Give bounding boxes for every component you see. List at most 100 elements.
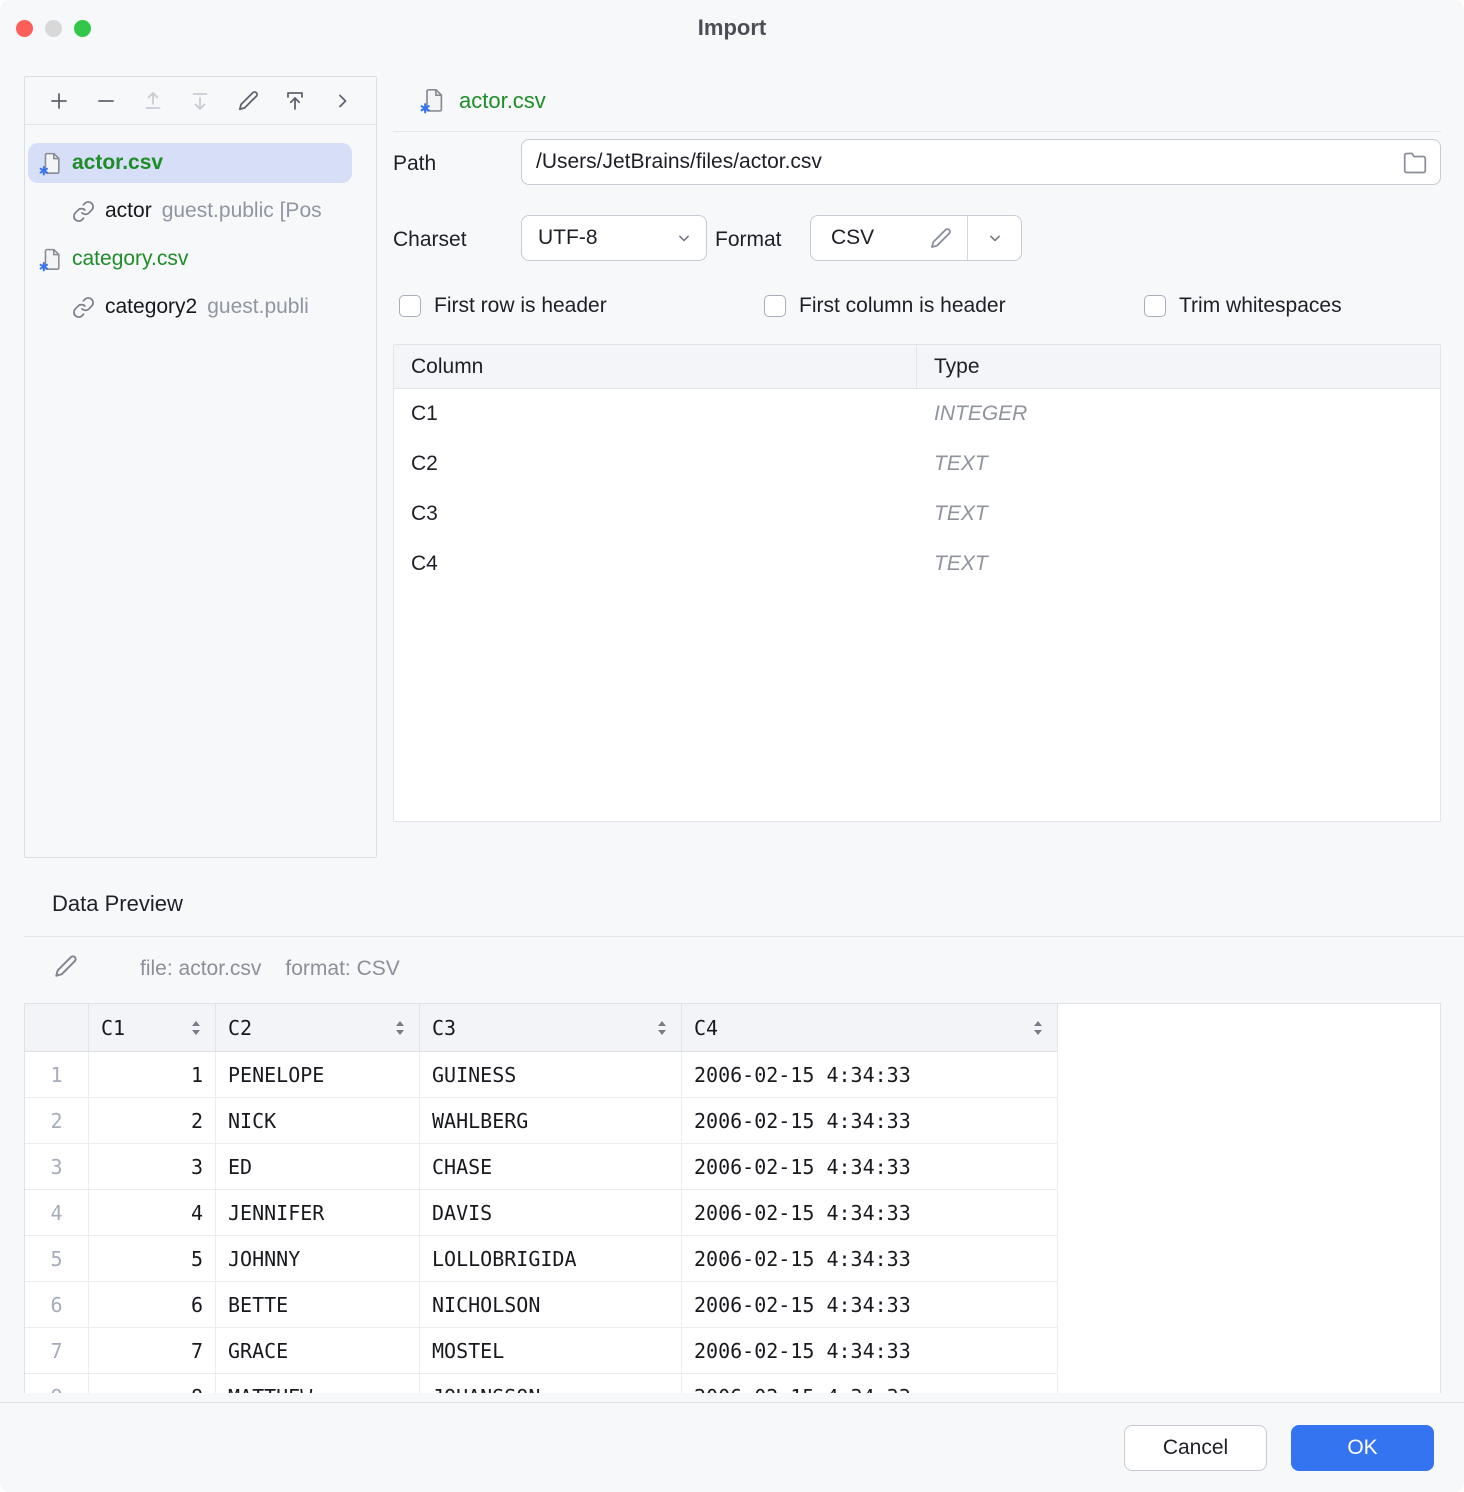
column-header-label: C1 bbox=[101, 1016, 125, 1040]
preview-meta: file: actor.csv format: CSV bbox=[140, 957, 400, 981]
cell: 3 bbox=[89, 1144, 216, 1190]
tree-item-file[interactable]: actor.csv bbox=[28, 139, 376, 187]
cell: CHASE bbox=[420, 1144, 682, 1190]
cell: 4 bbox=[89, 1190, 216, 1236]
add-icon[interactable] bbox=[46, 88, 72, 114]
tree-mapping-detail: guest.publi bbox=[207, 295, 309, 319]
cell: LOLLOBRIGIDA bbox=[420, 1236, 682, 1282]
format-edit-button[interactable]: CSV bbox=[811, 216, 967, 260]
column-header-label: C2 bbox=[228, 1016, 252, 1040]
column-type[interactable]: TEXT bbox=[917, 439, 1440, 489]
type-header: Type bbox=[917, 345, 1440, 388]
column-name[interactable]: C1 bbox=[394, 389, 917, 439]
tree-mapping-label: category2 bbox=[105, 295, 197, 319]
sources-panel: actor.csv actor guest.public [Pos ca bbox=[24, 76, 377, 858]
table-row: 2 2 NICK WAHLBERG 2006-02-15 4:34:33 bbox=[25, 1098, 1440, 1144]
cell: 2006-02-15 4:34:33 bbox=[682, 1236, 1058, 1282]
current-file-header: actor.csv bbox=[420, 87, 546, 114]
window-title: Import bbox=[0, 0, 1464, 56]
checkbox[interactable] bbox=[1144, 295, 1166, 317]
table-row[interactable]: C3 TEXT bbox=[394, 489, 1440, 539]
column-header-sortable[interactable]: C2 bbox=[216, 1004, 420, 1052]
table-row: 7 7 GRACE MOSTEL 2006-02-15 4:34:33 bbox=[25, 1328, 1440, 1374]
new-file-icon bbox=[420, 87, 447, 114]
cell: 2006-02-15 4:34:33 bbox=[682, 1328, 1058, 1374]
export-icon[interactable] bbox=[282, 88, 308, 114]
column-header-sortable[interactable]: C3 bbox=[420, 1004, 682, 1052]
cell: MATTHEW bbox=[216, 1374, 420, 1393]
cell: 1 bbox=[89, 1052, 216, 1098]
move-up-icon bbox=[140, 88, 166, 114]
column-name[interactable]: C3 bbox=[394, 489, 917, 539]
table-row[interactable]: C4 TEXT bbox=[394, 539, 1440, 589]
column-header-label: C3 bbox=[432, 1016, 456, 1040]
tree-item-mapping[interactable]: actor guest.public [Pos bbox=[28, 187, 376, 235]
checkbox[interactable] bbox=[764, 295, 786, 317]
columns-mapping-table: Column Type C1 INTEGER C2 TEXT C3 TEXT C… bbox=[393, 344, 1441, 822]
sources-tree: actor.csv actor guest.public [Pos ca bbox=[25, 125, 376, 331]
checkbox[interactable] bbox=[399, 295, 421, 317]
sort-icon bbox=[1031, 1018, 1045, 1038]
cell: MOSTEL bbox=[420, 1328, 682, 1374]
table-row: 5 5 JOHNNY LOLLOBRIGIDA 2006-02-15 4:34:… bbox=[25, 1236, 1440, 1282]
cell: NICK bbox=[216, 1098, 420, 1144]
cell: 8 bbox=[89, 1374, 216, 1393]
edit-icon[interactable] bbox=[235, 88, 261, 114]
tree-file-label: actor.csv bbox=[72, 151, 163, 175]
data-preview-table: C1 C2 C3 C4 1 1 PENELOPE GUINESS 2006-02… bbox=[24, 1003, 1441, 1393]
dialog-footer: Cancel OK bbox=[0, 1402, 1464, 1492]
column-header-sortable[interactable]: C4 bbox=[682, 1004, 1058, 1052]
charset-value: UTF-8 bbox=[522, 226, 674, 250]
cell: 2006-02-15 4:34:33 bbox=[682, 1282, 1058, 1328]
pencil-icon bbox=[928, 226, 953, 251]
path-label: Path bbox=[393, 150, 436, 178]
tree-mapping-label: actor bbox=[105, 199, 152, 223]
current-file-title: actor.csv bbox=[459, 88, 546, 114]
column-type[interactable]: TEXT bbox=[917, 539, 1440, 589]
path-field[interactable] bbox=[521, 139, 1441, 185]
cell: 7 bbox=[89, 1328, 216, 1374]
cancel-button[interactable]: Cancel bbox=[1124, 1425, 1267, 1471]
format-value: CSV bbox=[831, 226, 874, 250]
table-row: 1 1 PENELOPE GUINESS 2006-02-15 4:34:33 bbox=[25, 1052, 1440, 1098]
link-icon bbox=[72, 200, 95, 223]
column-type[interactable]: INTEGER bbox=[917, 389, 1440, 439]
option-first-column-header[interactable]: First column is header bbox=[764, 294, 1006, 318]
remove-icon[interactable] bbox=[93, 88, 119, 114]
titlebar: Import bbox=[0, 0, 1464, 56]
cell: GRACE bbox=[216, 1328, 420, 1374]
option-first-row-header[interactable]: First row is header bbox=[399, 294, 607, 318]
column-header-label: C4 bbox=[694, 1016, 718, 1040]
corner-cell bbox=[25, 1004, 89, 1052]
chevron-right-icon[interactable] bbox=[329, 88, 355, 114]
column-type[interactable]: TEXT bbox=[917, 489, 1440, 539]
ok-button[interactable]: OK bbox=[1291, 1425, 1434, 1471]
cell: WAHLBERG bbox=[420, 1098, 682, 1144]
column-name[interactable]: C2 bbox=[394, 439, 917, 489]
row-number: 7 bbox=[25, 1328, 89, 1374]
checkbox-label: First row is header bbox=[434, 294, 607, 318]
move-down-icon bbox=[187, 88, 213, 114]
column-name[interactable]: C4 bbox=[394, 539, 917, 589]
table-row: 3 3 ED CHASE 2006-02-15 4:34:33 bbox=[25, 1144, 1440, 1190]
cell: 5 bbox=[89, 1236, 216, 1282]
import-dialog: Import bbox=[0, 0, 1464, 1492]
table-row[interactable]: C2 TEXT bbox=[394, 439, 1440, 489]
cell: GUINESS bbox=[420, 1052, 682, 1098]
cell: ED bbox=[216, 1144, 420, 1190]
row-number: 4 bbox=[25, 1190, 89, 1236]
option-trim-whitespaces[interactable]: Trim whitespaces bbox=[1144, 294, 1342, 318]
preview-file-label: file: actor.csv bbox=[140, 957, 261, 981]
row-number: 5 bbox=[25, 1236, 89, 1282]
column-header-sortable[interactable]: C1 bbox=[89, 1004, 216, 1052]
path-input[interactable] bbox=[522, 140, 1440, 184]
preview-header-row: C1 C2 C3 C4 bbox=[25, 1004, 1440, 1052]
charset-select[interactable]: UTF-8 bbox=[521, 215, 707, 261]
format-dropdown-button[interactable] bbox=[967, 216, 1021, 260]
tree-item-file[interactable]: category.csv bbox=[28, 235, 376, 283]
tree-item-mapping[interactable]: category2 guest.publi bbox=[28, 283, 376, 331]
cell: PENELOPE bbox=[216, 1052, 420, 1098]
table-row[interactable]: C1 INTEGER bbox=[394, 389, 1440, 439]
folder-icon[interactable] bbox=[1402, 150, 1428, 176]
cell: 2006-02-15 4:34:33 bbox=[682, 1190, 1058, 1236]
